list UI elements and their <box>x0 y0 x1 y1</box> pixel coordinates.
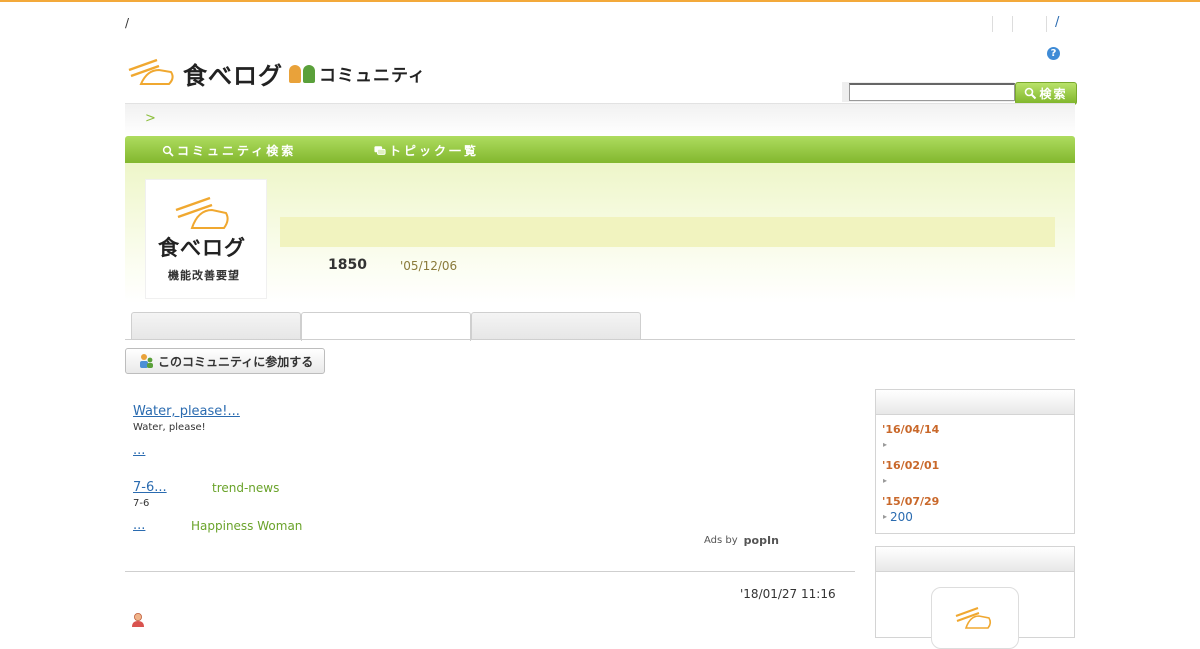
utility-link-separator[interactable]: / <box>1055 15 1059 30</box>
ad-link[interactable]: 7-6... <box>133 480 205 495</box>
tab-2[interactable] <box>301 312 471 341</box>
user-avatar-icon[interactable] <box>131 612 145 628</box>
created-date: '05/12/06 <box>400 259 458 273</box>
tab-baseline <box>125 339 1075 340</box>
utility-divider <box>992 16 993 32</box>
sidebar-updates-header <box>876 390 1074 415</box>
community-people-icon <box>289 64 315 83</box>
tab-3[interactable] <box>471 312 641 340</box>
update-date: '16/04/14 <box>882 423 940 436</box>
add-member-icon <box>140 354 153 368</box>
ad-source: trend-news <box>212 481 280 495</box>
member-count: 1850 <box>328 257 367 273</box>
ad-provider-logo: popIn <box>743 534 779 547</box>
ad-link[interactable]: ... <box>133 443 197 458</box>
section-divider <box>125 571 855 572</box>
search-icon <box>1025 87 1037 100</box>
chevron-right-icon: ▸ <box>883 440 888 449</box>
search-input[interactable] <box>849 83 1015 101</box>
ad-link[interactable]: ... <box>133 518 181 533</box>
ad-description: 7-6 <box>133 498 150 509</box>
sidebar-community-header <box>876 547 1074 572</box>
breadcrumb-separator: > <box>145 111 156 126</box>
join-community-label: このコミュニティに参加する <box>158 354 314 369</box>
utility-divider <box>1046 16 1047 32</box>
ad-description: Water, please! <box>133 422 206 433</box>
ad-source: Happiness Woman <box>191 519 303 533</box>
ads-by-credit[interactable]: Ads by popIn <box>704 534 779 547</box>
thumbnail-subtitle: 機能改善要望 <box>168 269 240 282</box>
ads-by-label: Ads by <box>704 535 738 546</box>
logo-brand-text: 食べログ <box>183 62 283 90</box>
ad-link[interactable]: Water, please!... <box>133 404 278 419</box>
thumbnail-brand-text: 食べログ <box>158 236 246 260</box>
help-icon[interactable]: ? <box>1047 47 1060 60</box>
update-date: '16/02/01 <box>882 459 940 472</box>
utility-divider <box>1012 16 1013 32</box>
speech-bubble-icon <box>374 145 386 155</box>
utility-left-separator: / <box>125 16 130 30</box>
nav-community-search[interactable]: コミュニティ検索 <box>162 142 296 159</box>
update-link[interactable]: 200 <box>890 510 913 524</box>
chevron-right-icon: ▸ <box>883 512 888 521</box>
update-date: '15/07/29 <box>882 495 940 508</box>
logo-community-text: コミュニティ <box>319 66 426 86</box>
search-button-label: 検索 <box>1039 87 1068 101</box>
nav-community-search-label: コミュニティ検索 <box>177 144 297 158</box>
breadcrumb <box>125 103 1075 136</box>
search-button[interactable]: 検索 <box>1015 82 1077 105</box>
nav-topic-list-label: トピック一覧 <box>389 144 480 158</box>
community-title-band <box>280 217 1055 247</box>
site-logo[interactable]: 食べログ コミュニティ <box>127 56 426 91</box>
join-community-button[interactable]: このコミュニティに参加する <box>125 348 325 374</box>
chevron-right-icon: ▸ <box>883 476 888 485</box>
sidebar-community-thumbnail[interactable] <box>931 587 1019 649</box>
chopsticks-hand-icon <box>175 196 229 229</box>
search-icon <box>162 145 174 157</box>
tab-1[interactable] <box>131 312 301 340</box>
post-timestamp: '18/01/27 11:16 <box>740 587 836 601</box>
chopsticks-hand-icon <box>128 58 174 85</box>
nav-topic-list[interactable]: トピック一覧 <box>374 142 479 159</box>
chopsticks-hand-icon <box>955 607 992 629</box>
